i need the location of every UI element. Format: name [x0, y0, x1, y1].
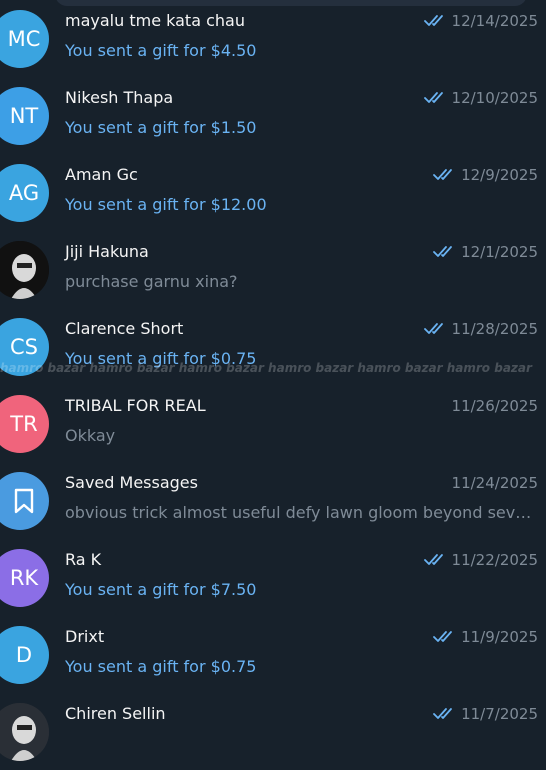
chat-row[interactable]: RK Ra K You sent a gift for $7.50 11/22/202…	[0, 539, 546, 616]
chat-row[interactable]: CS Clarence Short You sent a gift for $0.7…	[0, 308, 546, 385]
chat-date: 11/7/2025	[461, 705, 538, 723]
profile-photo-icon	[0, 241, 49, 299]
chat-row[interactable]: MC mayalu tme kata chau You sent a gift fo…	[0, 0, 546, 77]
profile-photo-icon	[0, 703, 49, 761]
double-check-icon	[433, 708, 452, 719]
chat-preview: purchase garnu xina?	[65, 272, 238, 291]
avatar: AG	[0, 164, 49, 222]
chat-meta: 12/1/2025	[433, 243, 538, 261]
chat-name: Nikesh Thapa	[65, 88, 174, 107]
chat-name: Drixt	[65, 627, 105, 646]
avatar	[0, 703, 49, 761]
chat-row[interactable]: Chiren Sellin 11/7/2025	[0, 693, 546, 770]
avatar-initials: MC	[7, 27, 41, 51]
chat-preview: You sent a gift for $7.50	[65, 580, 257, 599]
double-check-icon	[423, 323, 443, 334]
chat-date: 12/10/2025	[451, 89, 538, 107]
chat-date: 11/26/2025	[451, 397, 538, 415]
chat-row[interactable]: Jiji Hakuna purchase garnu xina? 12/1/2025	[0, 231, 546, 308]
chat-name: TRIBAL FOR REAL	[65, 396, 206, 415]
chat-name: Ra K	[65, 550, 102, 569]
avatar	[0, 241, 49, 299]
chat-preview: You sent a gift for $0.75	[65, 657, 257, 676]
chat-name: Jiji Hakuna	[65, 242, 149, 261]
chat-name: Saved Messages	[65, 473, 198, 492]
chat-meta: 12/9/2025	[433, 166, 538, 184]
avatar: D	[0, 626, 49, 684]
chat-meta: 11/9/2025	[433, 628, 538, 646]
avatar: TR	[0, 395, 49, 453]
chat-meta: 11/7/2025	[433, 705, 538, 723]
chat-date: 12/9/2025	[461, 166, 538, 184]
chat-date: 11/22/2025	[451, 551, 538, 569]
double-check-icon	[423, 15, 443, 26]
chat-date: 12/1/2025	[461, 243, 538, 261]
double-check-icon	[433, 246, 452, 257]
chat-name: mayalu tme kata chau	[65, 11, 245, 30]
chat-row[interactable]: TR TRIBAL FOR REAL Okkay 11/26/2025	[0, 385, 546, 462]
avatar-initials: CS	[10, 335, 38, 359]
chat-date: 12/14/2025	[451, 12, 538, 30]
avatar-initials: TR	[10, 412, 38, 436]
double-check-icon	[433, 631, 452, 642]
double-check-icon	[423, 554, 443, 565]
avatar: CS	[0, 318, 49, 376]
chat-name: Clarence Short	[65, 319, 184, 338]
chat-date: 11/9/2025	[461, 628, 538, 646]
chat-meta: 11/28/2025	[423, 320, 538, 338]
chat-preview: You sent a gift for $0.75	[65, 349, 257, 368]
avatar-initials: D	[15, 643, 33, 667]
chat-date: 11/28/2025	[451, 320, 538, 338]
chat-row[interactable]: D Drixt You sent a gift for $0.75 11/9/2025	[0, 616, 546, 693]
bookmark-icon	[14, 488, 34, 514]
double-check-icon	[433, 169, 452, 180]
chat-meta: 11/22/2025	[423, 551, 538, 569]
avatar-initials: RK	[9, 566, 39, 590]
chat-row[interactable]: NT Nikesh Thapa You sent a gift for $1.50 1…	[0, 77, 546, 154]
chat-meta: 12/14/2025	[423, 12, 538, 30]
chat-preview: You sent a gift for $1.50	[65, 118, 257, 137]
chat-preview: obvious trick almost useful defy lawn gl…	[65, 503, 535, 522]
chat-preview: You sent a gift for $12.00	[65, 195, 267, 214]
saved-messages-avatar	[0, 472, 49, 530]
avatar: MC	[0, 10, 49, 68]
chat-name: Aman Gc	[65, 165, 138, 184]
chat-row[interactable]: Saved Messages obvious trick almost usefu…	[0, 462, 546, 539]
chat-preview: Okkay	[65, 426, 116, 445]
avatar: RK	[0, 549, 49, 607]
double-check-icon	[423, 92, 443, 103]
avatar-initials: AG	[8, 181, 40, 205]
chat-name: Chiren Sellin	[65, 704, 166, 723]
chat-meta: 11/26/2025	[452, 397, 538, 415]
chat-row[interactable]: AG Aman Gc You sent a gift for $12.00 12/9/…	[0, 154, 546, 231]
chat-meta: 11/24/2025	[452, 474, 538, 492]
chat-date: 11/24/2025	[451, 474, 538, 492]
chat-meta: 12/10/2025	[423, 89, 538, 107]
avatar-initials: NT	[9, 104, 39, 128]
avatar: NT	[0, 87, 49, 145]
chat-preview: You sent a gift for $4.50	[65, 41, 257, 60]
